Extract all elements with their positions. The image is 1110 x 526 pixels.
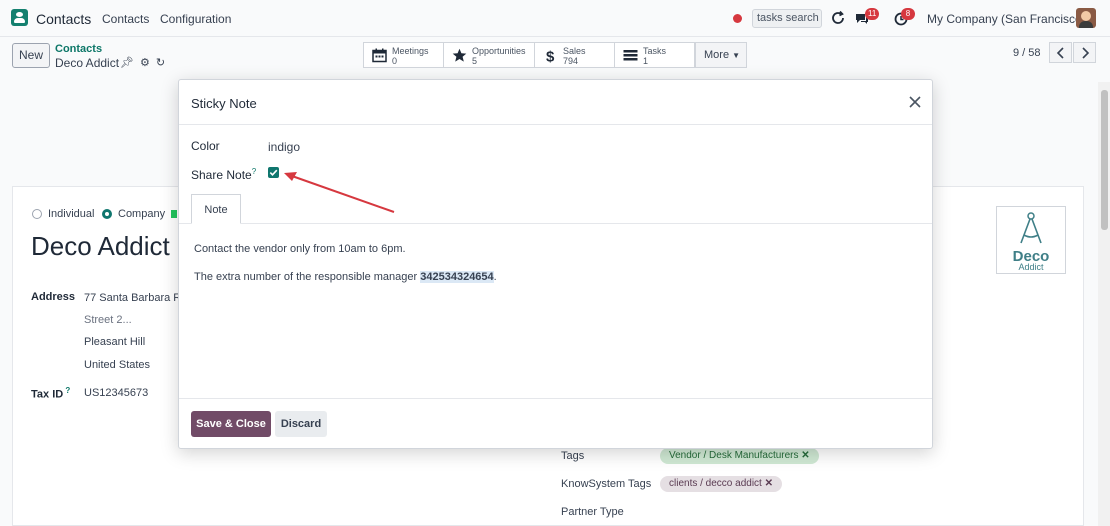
note-text-end: .: [493, 271, 497, 283]
share-note-label: Share Note?: [191, 167, 257, 182]
close-icon[interactable]: [907, 94, 923, 110]
color-value[interactable]: indigo: [268, 140, 300, 154]
footer-divider: [179, 398, 932, 399]
note-text: The extra number of the responsible mana…: [194, 271, 421, 283]
sticky-note-dialog: Sticky Note Color indigo Share Note? Not…: [178, 79, 933, 449]
annotation-arrow-icon: [284, 172, 395, 213]
help-icon[interactable]: ?: [252, 167, 256, 176]
highlighted-phone-number[interactable]: 342534324654: [420, 271, 494, 283]
note-text-line-2[interactable]: The extra number of the responsible mana…: [194, 271, 497, 283]
tabs-divider: [179, 223, 932, 224]
save-close-button[interactable]: Save & Close: [191, 411, 271, 437]
dialog-title: Sticky Note: [191, 96, 257, 111]
divider: [179, 124, 932, 125]
note-text-line-1[interactable]: Contact the vendor only from 10am to 6pm…: [194, 243, 406, 255]
color-label: Color: [191, 139, 220, 153]
discard-button[interactable]: Discard: [275, 411, 327, 437]
tab-note[interactable]: Note: [191, 194, 241, 224]
